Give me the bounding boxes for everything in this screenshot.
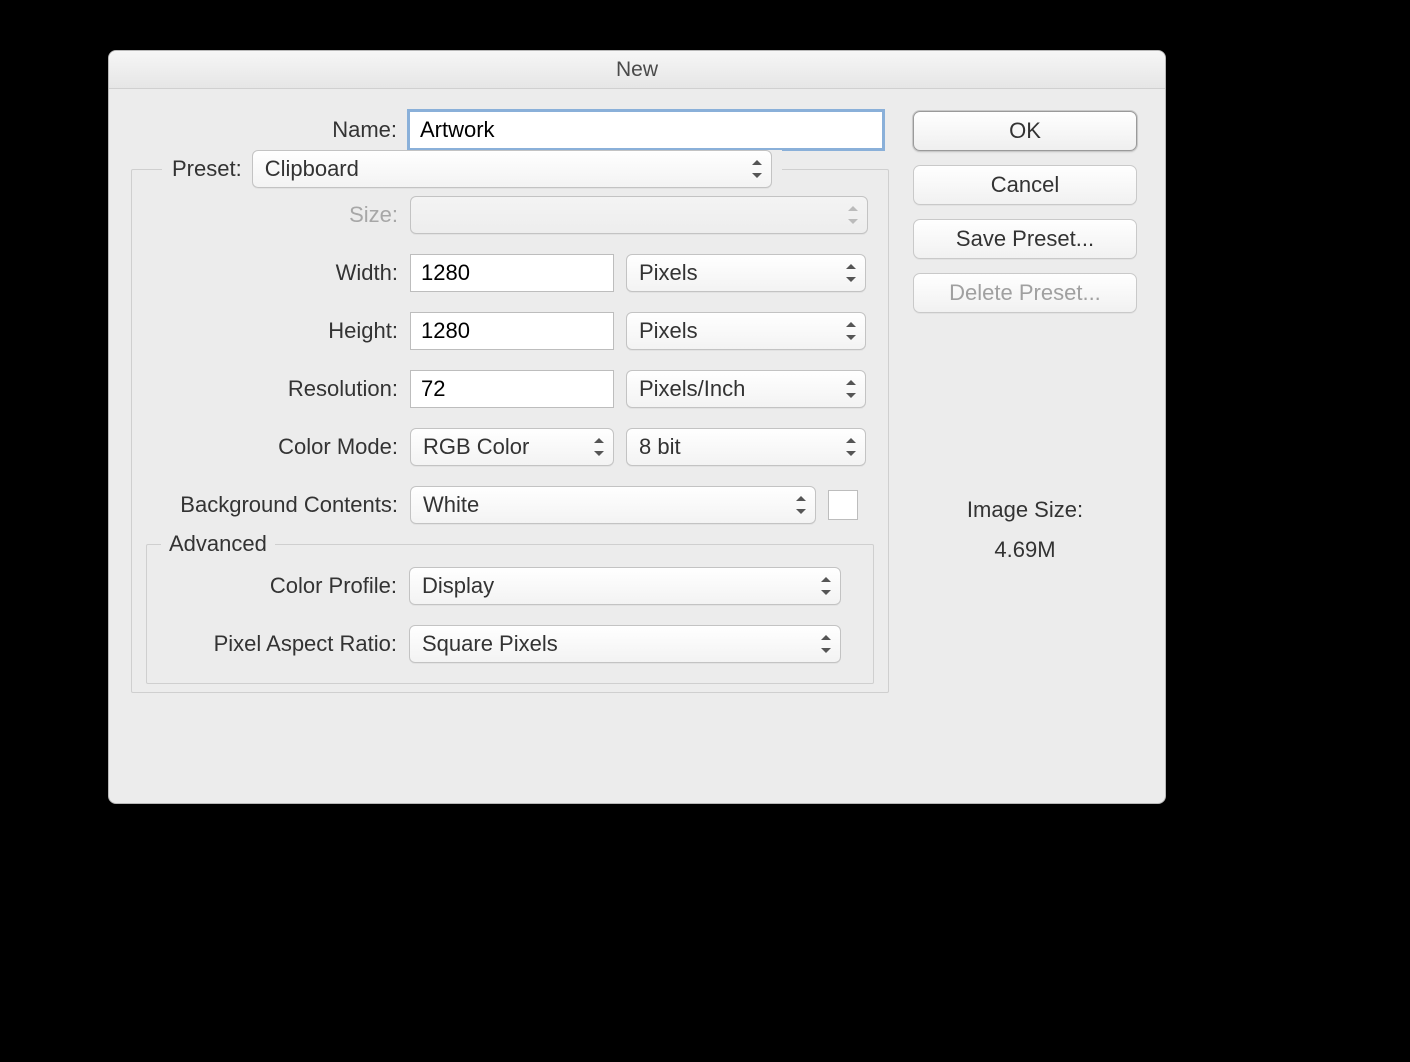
preset-label: Preset: bbox=[172, 156, 242, 182]
name-label: Name: bbox=[131, 117, 409, 143]
name-row: Name: bbox=[131, 111, 889, 149]
resolution-unit-value: Pixels/Inch bbox=[639, 376, 745, 402]
resolution-input[interactable] bbox=[410, 370, 614, 408]
height-label: Height: bbox=[132, 318, 410, 344]
color-mode-label: Color Mode: bbox=[132, 434, 410, 460]
resolution-label: Resolution: bbox=[132, 376, 410, 402]
height-row: Height: Pixels bbox=[132, 312, 888, 350]
ok-button[interactable]: OK bbox=[913, 111, 1137, 151]
color-profile-row: Color Profile: Display bbox=[147, 567, 873, 605]
updown-icon bbox=[795, 496, 807, 514]
color-profile-select[interactable]: Display bbox=[409, 567, 841, 605]
width-input[interactable] bbox=[410, 254, 614, 292]
delete-preset-button: Delete Preset... bbox=[913, 273, 1137, 313]
image-size-info: Image Size: 4.69M bbox=[913, 497, 1137, 563]
updown-icon bbox=[845, 380, 857, 398]
form-area: Name: Preset: Clipboard Size: bbox=[131, 111, 889, 781]
background-color-swatch[interactable] bbox=[828, 490, 858, 520]
size-row: Size: bbox=[132, 196, 888, 234]
pixel-aspect-ratio-row: Pixel Aspect Ratio: Square Pixels bbox=[147, 625, 873, 663]
dialog-title: New bbox=[109, 51, 1165, 89]
resolution-unit-select[interactable]: Pixels/Inch bbox=[626, 370, 866, 408]
preset-select[interactable]: Clipboard bbox=[252, 150, 772, 188]
image-size-value: 4.69M bbox=[913, 537, 1137, 563]
width-label: Width: bbox=[132, 260, 410, 286]
dialog-content: Name: Preset: Clipboard Size: bbox=[109, 89, 1165, 803]
height-unit-value: Pixels bbox=[639, 318, 698, 344]
updown-icon bbox=[845, 264, 857, 282]
width-row: Width: Pixels bbox=[132, 254, 888, 292]
height-input[interactable] bbox=[410, 312, 614, 350]
advanced-legend: Advanced bbox=[161, 531, 275, 557]
preset-value: Clipboard bbox=[265, 156, 359, 182]
color-profile-label: Color Profile: bbox=[147, 573, 409, 599]
preset-fieldset: Preset: Clipboard Size: Width bbox=[131, 169, 889, 693]
width-unit-select[interactable]: Pixels bbox=[626, 254, 866, 292]
updown-icon bbox=[845, 322, 857, 340]
cancel-button[interactable]: Cancel bbox=[913, 165, 1137, 205]
updown-icon bbox=[820, 635, 832, 653]
updown-icon bbox=[847, 206, 859, 224]
pixel-aspect-ratio-select[interactable]: Square Pixels bbox=[409, 625, 841, 663]
updown-icon bbox=[593, 438, 605, 456]
button-column: OK Cancel Save Preset... Delete Preset..… bbox=[913, 111, 1137, 781]
background-contents-select[interactable]: White bbox=[410, 486, 816, 524]
save-preset-button[interactable]: Save Preset... bbox=[913, 219, 1137, 259]
color-depth-select[interactable]: 8 bit bbox=[626, 428, 866, 466]
pixel-aspect-ratio-value: Square Pixels bbox=[422, 631, 558, 657]
resolution-row: Resolution: Pixels/Inch bbox=[132, 370, 888, 408]
color-mode-value: RGB Color bbox=[423, 434, 529, 460]
size-label: Size: bbox=[132, 202, 410, 228]
updown-icon bbox=[820, 577, 832, 595]
updown-icon bbox=[845, 438, 857, 456]
background-contents-row: Background Contents: White bbox=[132, 486, 888, 524]
pixel-aspect-ratio-label: Pixel Aspect Ratio: bbox=[147, 631, 409, 657]
advanced-fieldset: Advanced Color Profile: Display Pixel As… bbox=[146, 544, 874, 684]
preset-legend: Preset: Clipboard bbox=[162, 150, 782, 188]
color-depth-value: 8 bit bbox=[639, 434, 681, 460]
name-input[interactable] bbox=[409, 111, 883, 149]
width-unit-value: Pixels bbox=[639, 260, 698, 286]
color-mode-row: Color Mode: RGB Color 8 bit bbox=[132, 428, 888, 466]
new-document-dialog: New Name: Preset: Clipboard Size: bbox=[108, 50, 1166, 804]
image-size-label: Image Size: bbox=[913, 497, 1137, 523]
color-profile-value: Display bbox=[422, 573, 494, 599]
size-select bbox=[410, 196, 868, 234]
updown-icon bbox=[751, 160, 763, 178]
color-mode-select[interactable]: RGB Color bbox=[410, 428, 614, 466]
height-unit-select[interactable]: Pixels bbox=[626, 312, 866, 350]
background-contents-label: Background Contents: bbox=[132, 492, 410, 518]
background-contents-value: White bbox=[423, 492, 479, 518]
